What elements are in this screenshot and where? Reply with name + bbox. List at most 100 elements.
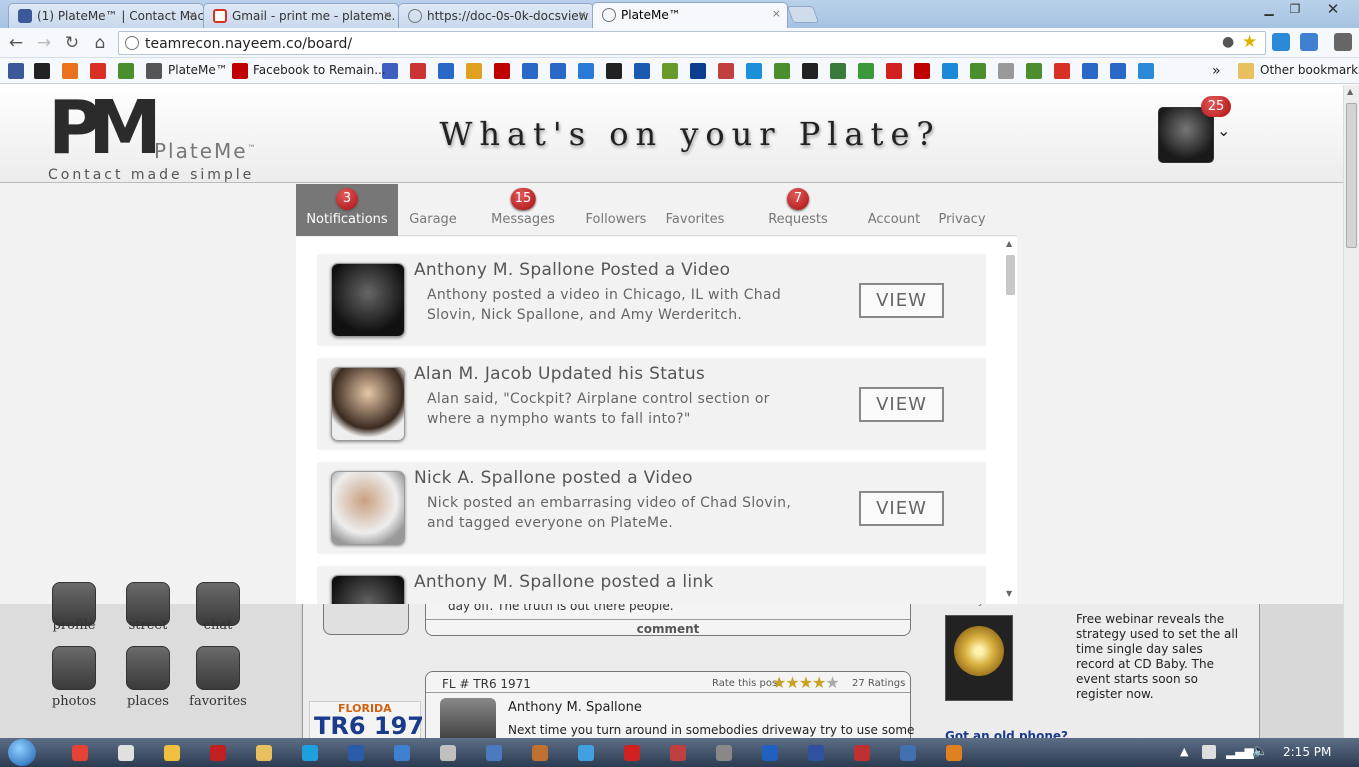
ad-link[interactable]: Got an old phone? [945,729,1068,738]
bookmark-favicon-icon[interactable] [942,63,958,79]
bookmark-favicon-icon[interactable] [578,63,594,79]
taskbar-app-icon[interactable] [152,741,192,765]
taskbar-app-icon[interactable] [244,741,284,765]
close-tab-icon[interactable]: × [383,8,392,21]
taskbar-app-icon[interactable] [382,741,422,765]
close-window-button[interactable]: ✕ [1322,1,1344,17]
bookmark-favicon-icon[interactable] [746,63,762,79]
taskbar-app-icon[interactable] [106,741,146,765]
new-tab-button[interactable] [786,6,820,23]
restore-window-button[interactable]: ❐ [1284,1,1306,17]
back-arrow-icon[interactable]: ← [5,33,27,53]
taskbar-app-icon[interactable] [658,741,698,765]
bookmark-plateme[interactable]: PlateMe™ [168,63,228,77]
bookmark-favicon-icon[interactable] [1138,63,1154,79]
taskbar-app-icon[interactable] [842,741,882,765]
bookmark-favicon-icon[interactable] [522,63,538,79]
bookmark-favicon-icon[interactable] [62,63,78,79]
taskbar-app-icon[interactable] [750,741,790,765]
address-bar[interactable]: teamrecon.nayeem.co/board/ ● ★ [118,31,1266,55]
bookmark-favicon-icon[interactable] [634,63,650,79]
tab-followers[interactable]: Followers [578,184,654,236]
bookmark-favicon-icon[interactable] [494,63,510,79]
comment-button[interactable]: comment [426,619,910,636]
avatar[interactable] [331,263,405,337]
tab-privacy[interactable]: Privacy [928,184,996,236]
bookmark-favicon-icon[interactable] [858,63,874,79]
volume-icon[interactable]: 🔈 [1252,744,1268,759]
close-tab-icon[interactable]: × [578,8,587,21]
scroll-up-arrow-icon[interactable]: ▲ [1006,239,1012,248]
camera-app-icon[interactable] [52,646,96,690]
notification-title[interactable]: Anthony M. Spallone posted a link [414,572,714,592]
forward-arrow-icon[interactable]: → [33,33,55,53]
browser-tab-plateme[interactable]: PlateMe™ × [592,2,788,28]
bookmark-favicon-icon[interactable] [410,63,426,79]
bookmark-favicon-icon[interactable] [914,63,930,79]
bookmark-favicon-icon[interactable] [970,63,986,79]
taskbar-app-icon[interactable] [60,741,100,765]
skype-extension-icon[interactable] [1272,33,1290,51]
post-author[interactable]: Anthony M. Spallone [508,700,642,715]
tab-garage[interactable]: Garage [398,184,468,236]
minimize-window-button[interactable]: ▁ [1258,1,1280,17]
lightbulb-icon[interactable]: ● [1222,34,1234,50]
tray-action-center-icon[interactable] [1202,745,1216,759]
tab-notifications[interactable]: Notifications 3 [296,184,398,236]
close-tab-icon[interactable]: × [188,8,197,21]
reload-icon[interactable]: ↻ [61,33,83,53]
bookmark-favicon-icon[interactable] [8,63,24,79]
avatar[interactable] [331,575,405,604]
taskbar-app-icon[interactable] [566,741,606,765]
browser-tab-gmail[interactable]: Gmail - print me - plateme. × [203,3,399,28]
bookmark-favicon-icon[interactable] [34,63,50,79]
star-app-icon[interactable] [196,646,240,690]
taskbar-app-icon[interactable] [704,741,744,765]
scrollbar-thumb[interactable] [1346,103,1357,248]
feed-scrollbar[interactable]: ▲ ▼ [1004,237,1017,604]
wrench-menu-icon[interactable] [1334,33,1352,51]
scrollbar-thumb[interactable] [1006,255,1015,295]
tray-expand-icon[interactable]: ▲ [1180,745,1188,758]
bookmark-favicon-icon[interactable] [550,63,566,79]
scroll-down-arrow-icon[interactable]: ▼ [1006,589,1012,598]
bookmark-favicon-icon[interactable] [774,63,790,79]
tab-favorites[interactable]: Favorites [654,184,736,236]
tab-account[interactable]: Account [860,184,928,236]
bookmark-favicon-icon[interactable] [830,63,846,79]
taskbar-app-icon[interactable] [612,741,652,765]
close-tab-icon[interactable]: × [772,7,781,20]
page-info-icon[interactable] [125,36,139,50]
calendar-extension-icon[interactable] [1300,33,1318,51]
plateme-logo[interactable]: PM PlateMe™ Contact made simple [46,91,256,183]
taskbar-app-icon[interactable] [934,741,974,765]
view-button[interactable]: VIEW [859,283,944,318]
avatar[interactable] [331,471,405,545]
taskbar-app-icon[interactable] [428,741,468,765]
taskbar-app-icon[interactable] [520,741,560,765]
bookmark-favicon-icon[interactable] [1082,63,1098,79]
taskbar-app-icon[interactable] [474,741,514,765]
tab-messages[interactable]: Messages 15 [468,184,578,236]
taskbar-app-icon[interactable] [336,741,376,765]
home-icon[interactable]: ⌂ [89,33,111,53]
bookmark-favicon-icon[interactable] [90,63,106,79]
user-menu[interactable]: 25 ⌄ [1158,96,1240,167]
tab-requests[interactable]: Requests 7 [736,184,860,236]
bookmark-favicon-icon[interactable] [466,63,482,79]
view-button[interactable]: VIEW [859,387,944,422]
bookmark-favicon-icon[interactable] [438,63,454,79]
notification-title[interactable]: Nick A. Spallone posted a Video [414,468,693,488]
bookmark-favicon-icon[interactable] [886,63,902,79]
taskbar-app-icon[interactable] [888,741,928,765]
bookmark-favicon-icon[interactable] [718,63,734,79]
bookmark-facebook-to-remain[interactable]: Facebook to Remain... [253,63,386,77]
taskbar-app-icon[interactable] [290,741,330,765]
bookmark-favicon-icon[interactable] [662,63,678,79]
page-scrollbar[interactable]: ▲ [1343,85,1359,738]
bookmarks-overflow-icon[interactable]: » [1212,63,1221,79]
taskbar-app-icon[interactable] [796,741,836,765]
avatar[interactable] [331,367,405,441]
bookmark-other-bookmarks[interactable]: Other bookmarks [1260,63,1359,77]
bookmark-favicon-icon[interactable] [1054,63,1070,79]
